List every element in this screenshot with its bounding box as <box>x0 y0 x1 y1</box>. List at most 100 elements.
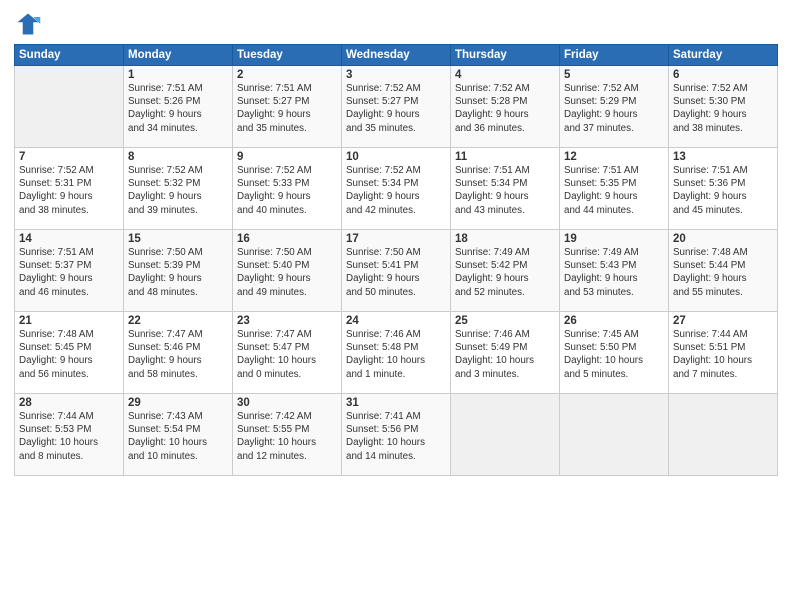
day-cell: 8Sunrise: 7:52 AM Sunset: 5:32 PM Daylig… <box>124 148 233 230</box>
day-header-wednesday: Wednesday <box>342 45 451 66</box>
day-number: 6 <box>673 69 773 81</box>
day-info: Sunrise: 7:52 AM Sunset: 5:31 PM Dayligh… <box>19 164 119 217</box>
logo-icon <box>14 10 42 38</box>
calendar-page: SundayMondayTuesdayWednesdayThursdayFrid… <box>0 0 792 612</box>
header <box>14 10 778 38</box>
day-info: Sunrise: 7:46 AM Sunset: 5:48 PM Dayligh… <box>346 328 446 381</box>
day-cell: 9Sunrise: 7:52 AM Sunset: 5:33 PM Daylig… <box>233 148 342 230</box>
day-cell: 13Sunrise: 7:51 AM Sunset: 5:36 PM Dayli… <box>669 148 778 230</box>
day-cell: 5Sunrise: 7:52 AM Sunset: 5:29 PM Daylig… <box>560 66 669 148</box>
day-cell <box>560 394 669 476</box>
day-cell: 10Sunrise: 7:52 AM Sunset: 5:34 PM Dayli… <box>342 148 451 230</box>
day-cell: 23Sunrise: 7:47 AM Sunset: 5:47 PM Dayli… <box>233 312 342 394</box>
day-info: Sunrise: 7:49 AM Sunset: 5:42 PM Dayligh… <box>455 246 555 299</box>
day-info: Sunrise: 7:42 AM Sunset: 5:55 PM Dayligh… <box>237 410 337 463</box>
day-number: 24 <box>346 315 446 327</box>
day-cell: 21Sunrise: 7:48 AM Sunset: 5:45 PM Dayli… <box>15 312 124 394</box>
day-info: Sunrise: 7:48 AM Sunset: 5:44 PM Dayligh… <box>673 246 773 299</box>
day-number: 1 <box>128 69 228 81</box>
day-number: 12 <box>564 151 664 163</box>
day-number: 13 <box>673 151 773 163</box>
day-header-tuesday: Tuesday <box>233 45 342 66</box>
day-info: Sunrise: 7:52 AM Sunset: 5:29 PM Dayligh… <box>564 82 664 135</box>
day-info: Sunrise: 7:49 AM Sunset: 5:43 PM Dayligh… <box>564 246 664 299</box>
day-info: Sunrise: 7:48 AM Sunset: 5:45 PM Dayligh… <box>19 328 119 381</box>
day-number: 28 <box>19 397 119 409</box>
day-info: Sunrise: 7:43 AM Sunset: 5:54 PM Dayligh… <box>128 410 228 463</box>
day-cell: 7Sunrise: 7:52 AM Sunset: 5:31 PM Daylig… <box>15 148 124 230</box>
day-info: Sunrise: 7:41 AM Sunset: 5:56 PM Dayligh… <box>346 410 446 463</box>
day-number: 15 <box>128 233 228 245</box>
day-info: Sunrise: 7:47 AM Sunset: 5:46 PM Dayligh… <box>128 328 228 381</box>
day-cell: 31Sunrise: 7:41 AM Sunset: 5:56 PM Dayli… <box>342 394 451 476</box>
day-cell <box>451 394 560 476</box>
day-cell: 2Sunrise: 7:51 AM Sunset: 5:27 PM Daylig… <box>233 66 342 148</box>
day-cell: 20Sunrise: 7:48 AM Sunset: 5:44 PM Dayli… <box>669 230 778 312</box>
day-cell: 1Sunrise: 7:51 AM Sunset: 5:26 PM Daylig… <box>124 66 233 148</box>
day-info: Sunrise: 7:50 AM Sunset: 5:40 PM Dayligh… <box>237 246 337 299</box>
day-cell: 29Sunrise: 7:43 AM Sunset: 5:54 PM Dayli… <box>124 394 233 476</box>
day-number: 18 <box>455 233 555 245</box>
day-info: Sunrise: 7:51 AM Sunset: 5:35 PM Dayligh… <box>564 164 664 217</box>
day-header-sunday: Sunday <box>15 45 124 66</box>
day-info: Sunrise: 7:50 AM Sunset: 5:41 PM Dayligh… <box>346 246 446 299</box>
day-number: 17 <box>346 233 446 245</box>
day-cell: 24Sunrise: 7:46 AM Sunset: 5:48 PM Dayli… <box>342 312 451 394</box>
day-number: 2 <box>237 69 337 81</box>
day-info: Sunrise: 7:44 AM Sunset: 5:53 PM Dayligh… <box>19 410 119 463</box>
day-info: Sunrise: 7:51 AM Sunset: 5:27 PM Dayligh… <box>237 82 337 135</box>
day-info: Sunrise: 7:52 AM Sunset: 5:33 PM Dayligh… <box>237 164 337 217</box>
day-number: 30 <box>237 397 337 409</box>
day-cell: 28Sunrise: 7:44 AM Sunset: 5:53 PM Dayli… <box>15 394 124 476</box>
week-row-2: 7Sunrise: 7:52 AM Sunset: 5:31 PM Daylig… <box>15 148 778 230</box>
day-number: 19 <box>564 233 664 245</box>
day-info: Sunrise: 7:51 AM Sunset: 5:36 PM Dayligh… <box>673 164 773 217</box>
day-cell: 16Sunrise: 7:50 AM Sunset: 5:40 PM Dayli… <box>233 230 342 312</box>
calendar-table: SundayMondayTuesdayWednesdayThursdayFrid… <box>14 44 778 476</box>
day-cell: 30Sunrise: 7:42 AM Sunset: 5:55 PM Dayli… <box>233 394 342 476</box>
day-header-thursday: Thursday <box>451 45 560 66</box>
day-info: Sunrise: 7:44 AM Sunset: 5:51 PM Dayligh… <box>673 328 773 381</box>
day-info: Sunrise: 7:52 AM Sunset: 5:30 PM Dayligh… <box>673 82 773 135</box>
day-number: 23 <box>237 315 337 327</box>
day-cell: 3Sunrise: 7:52 AM Sunset: 5:27 PM Daylig… <box>342 66 451 148</box>
day-cell: 17Sunrise: 7:50 AM Sunset: 5:41 PM Dayli… <box>342 230 451 312</box>
day-number: 3 <box>346 69 446 81</box>
day-info: Sunrise: 7:51 AM Sunset: 5:26 PM Dayligh… <box>128 82 228 135</box>
day-number: 22 <box>128 315 228 327</box>
day-number: 9 <box>237 151 337 163</box>
day-number: 21 <box>19 315 119 327</box>
week-row-5: 28Sunrise: 7:44 AM Sunset: 5:53 PM Dayli… <box>15 394 778 476</box>
day-header-friday: Friday <box>560 45 669 66</box>
day-cell: 6Sunrise: 7:52 AM Sunset: 5:30 PM Daylig… <box>669 66 778 148</box>
day-cell: 22Sunrise: 7:47 AM Sunset: 5:46 PM Dayli… <box>124 312 233 394</box>
day-cell: 19Sunrise: 7:49 AM Sunset: 5:43 PM Dayli… <box>560 230 669 312</box>
day-number: 27 <box>673 315 773 327</box>
day-number: 7 <box>19 151 119 163</box>
day-info: Sunrise: 7:47 AM Sunset: 5:47 PM Dayligh… <box>237 328 337 381</box>
day-info: Sunrise: 7:45 AM Sunset: 5:50 PM Dayligh… <box>564 328 664 381</box>
week-row-4: 21Sunrise: 7:48 AM Sunset: 5:45 PM Dayli… <box>15 312 778 394</box>
day-info: Sunrise: 7:46 AM Sunset: 5:49 PM Dayligh… <box>455 328 555 381</box>
day-info: Sunrise: 7:51 AM Sunset: 5:37 PM Dayligh… <box>19 246 119 299</box>
day-info: Sunrise: 7:51 AM Sunset: 5:34 PM Dayligh… <box>455 164 555 217</box>
day-cell <box>15 66 124 148</box>
day-cell: 12Sunrise: 7:51 AM Sunset: 5:35 PM Dayli… <box>560 148 669 230</box>
day-number: 4 <box>455 69 555 81</box>
day-number: 11 <box>455 151 555 163</box>
day-info: Sunrise: 7:52 AM Sunset: 5:34 PM Dayligh… <box>346 164 446 217</box>
day-number: 8 <box>128 151 228 163</box>
day-cell: 15Sunrise: 7:50 AM Sunset: 5:39 PM Dayli… <box>124 230 233 312</box>
day-header-saturday: Saturday <box>669 45 778 66</box>
day-cell: 18Sunrise: 7:49 AM Sunset: 5:42 PM Dayli… <box>451 230 560 312</box>
day-number: 31 <box>346 397 446 409</box>
day-number: 14 <box>19 233 119 245</box>
week-row-1: 1Sunrise: 7:51 AM Sunset: 5:26 PM Daylig… <box>15 66 778 148</box>
day-number: 25 <box>455 315 555 327</box>
day-cell: 25Sunrise: 7:46 AM Sunset: 5:49 PM Dayli… <box>451 312 560 394</box>
day-header-row: SundayMondayTuesdayWednesdayThursdayFrid… <box>15 45 778 66</box>
day-info: Sunrise: 7:52 AM Sunset: 5:28 PM Dayligh… <box>455 82 555 135</box>
day-info: Sunrise: 7:52 AM Sunset: 5:32 PM Dayligh… <box>128 164 228 217</box>
day-number: 5 <box>564 69 664 81</box>
day-number: 10 <box>346 151 446 163</box>
